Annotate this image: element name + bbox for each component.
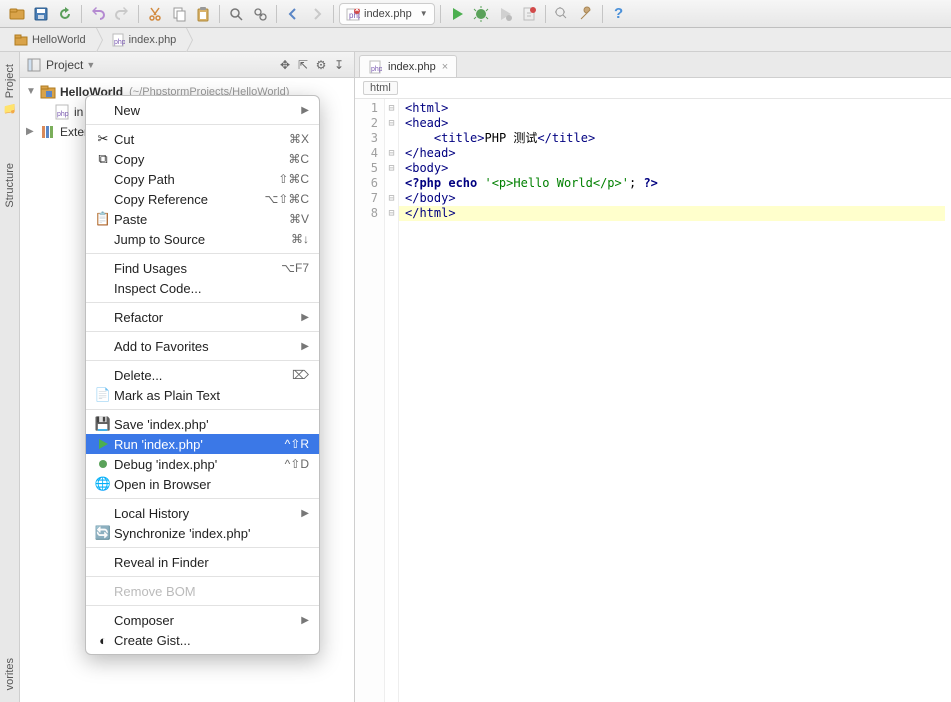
- menu-add-favorites[interactable]: Add to Favorites▶: [86, 336, 319, 356]
- menu-mark-plain-text[interactable]: 📄Mark as Plain Text: [86, 385, 319, 405]
- php-file-icon: php: [368, 60, 382, 74]
- replace-icon[interactable]: [249, 3, 271, 25]
- module-folder-icon: [40, 84, 56, 100]
- debug-icon: [94, 458, 112, 470]
- php-file-icon: php: [111, 33, 125, 47]
- php-file-icon: php: [54, 104, 70, 120]
- collapse-all-icon[interactable]: ⇱: [294, 56, 312, 74]
- library-icon: [40, 124, 56, 140]
- paste-icon: 📋: [94, 211, 112, 227]
- locate-icon[interactable]: ✥: [276, 56, 294, 74]
- copy-icon[interactable]: [168, 3, 190, 25]
- menu-inspect-code[interactable]: Inspect Code...: [86, 278, 319, 298]
- back-icon[interactable]: [282, 3, 304, 25]
- caret-icon[interactable]: ▼: [86, 60, 95, 70]
- folder-icon: [14, 33, 28, 47]
- crumb-project[interactable]: HelloWorld: [0, 28, 97, 51]
- menu-open-browser[interactable]: 🌐Open in Browser: [86, 474, 319, 494]
- structure-tool-tab[interactable]: Structure: [3, 159, 17, 212]
- fold-gutter[interactable]: ⊟⊟⊟⊟⊟⊟: [385, 99, 399, 702]
- menu-synchronize[interactable]: 🔄Synchronize 'index.php': [86, 523, 319, 543]
- project-header-label: Project: [46, 58, 83, 72]
- menu-paste[interactable]: 📋Paste⌘V: [86, 209, 319, 229]
- save-icon: 💾: [94, 416, 112, 432]
- github-icon: ◐: [94, 633, 112, 648]
- run-config-label: index.php: [364, 8, 412, 20]
- close-tab-icon[interactable]: ×: [442, 61, 448, 73]
- save-icon[interactable]: [30, 3, 52, 25]
- text-icon: 📄: [94, 387, 112, 403]
- project-tool-tab[interactable]: 📁 Project: [2, 60, 18, 119]
- code-editor[interactable]: 12345678 ⊟⊟⊟⊟⊟⊟ <html> <head> <title>PHP…: [355, 99, 951, 702]
- menu-refactor[interactable]: Refactor▶: [86, 307, 319, 327]
- run-config-dropdown[interactable]: php index.php ▼: [339, 3, 435, 25]
- help-icon[interactable]: ?: [608, 3, 630, 25]
- copy-icon: ⧉: [94, 151, 112, 167]
- run-icon: [94, 438, 112, 450]
- left-tool-tabs: 📁 Project Structure vorites: [0, 52, 20, 702]
- run-icon[interactable]: [446, 3, 468, 25]
- menu-debug-file[interactable]: Debug 'index.php'^⇧D: [86, 454, 319, 474]
- refresh-icon[interactable]: [54, 3, 76, 25]
- menu-cut[interactable]: ✂Cut⌘X: [86, 129, 319, 149]
- menu-run-file[interactable]: Run 'index.php'^⇧R: [86, 434, 319, 454]
- undo-icon[interactable]: [87, 3, 109, 25]
- svg-text:php: php: [57, 111, 69, 118]
- caret-icon: ▼: [420, 9, 428, 18]
- menu-composer[interactable]: Composer▶: [86, 610, 319, 630]
- forward-icon[interactable]: [306, 3, 328, 25]
- browser-icon: 🌐: [94, 476, 112, 492]
- stop-disabled-icon[interactable]: [494, 3, 516, 25]
- svg-text:php: php: [114, 39, 125, 46]
- menu-local-history[interactable]: Local History▶: [86, 503, 319, 523]
- gear-icon[interactable]: ⚙: [312, 56, 330, 74]
- code-content[interactable]: <html> <head> <title>PHP 测试</title> </he…: [399, 99, 951, 702]
- cut-icon[interactable]: [144, 3, 166, 25]
- editor-breadcrumb: html: [355, 78, 951, 99]
- main-toolbar: php index.php ▼ ?: [0, 0, 951, 28]
- settings-icon[interactable]: [551, 3, 573, 25]
- crumb-file-label: index.php: [129, 34, 177, 46]
- menu-create-gist[interactable]: ◐Create Gist...: [86, 630, 319, 650]
- svg-text:php: php: [371, 66, 382, 73]
- cut-icon: ✂: [94, 131, 112, 147]
- menu-remove-bom: Remove BOM: [86, 581, 319, 601]
- favorites-tool-tab[interactable]: vorites: [3, 654, 17, 694]
- crumb-html[interactable]: html: [363, 81, 398, 95]
- rerun-icon[interactable]: [518, 3, 540, 25]
- paste-icon[interactable]: [192, 3, 214, 25]
- project-header: Project ▼ ✥ ⇱ ⚙ ↧: [20, 52, 354, 78]
- crumb-file[interactable]: php index.php: [97, 28, 188, 51]
- crumb-project-label: HelloWorld: [32, 34, 86, 46]
- redo-icon[interactable]: [111, 3, 133, 25]
- editor-area: php index.php × html 12345678 ⊟⊟⊟⊟⊟⊟ <ht…: [355, 52, 951, 702]
- open-icon[interactable]: [6, 3, 28, 25]
- menu-jump-to-source[interactable]: Jump to Source⌘↓: [86, 229, 319, 249]
- project-view-icon: [26, 57, 42, 73]
- menu-find-usages[interactable]: Find Usages⌥F7: [86, 258, 319, 278]
- breadcrumb: HelloWorld php index.php: [0, 28, 951, 52]
- menu-save-file[interactable]: 💾Save 'index.php': [86, 414, 319, 434]
- menu-delete[interactable]: Delete...⌦: [86, 365, 319, 385]
- tools-icon[interactable]: [575, 3, 597, 25]
- menu-copy-path[interactable]: Copy Path⇧⌘C: [86, 169, 319, 189]
- menu-copy-reference[interactable]: Copy Reference⌥⇧⌘C: [86, 189, 319, 209]
- editor-tabbar: php index.php ×: [355, 52, 951, 78]
- find-icon[interactable]: [225, 3, 247, 25]
- menu-new[interactable]: New▶: [86, 100, 319, 120]
- menu-copy[interactable]: ⧉Copy⌘C: [86, 149, 319, 169]
- line-numbers: 12345678: [355, 99, 385, 702]
- hide-icon[interactable]: ↧: [330, 56, 348, 74]
- editor-tab[interactable]: php index.php ×: [359, 55, 457, 77]
- menu-reveal-finder[interactable]: Reveal in Finder: [86, 552, 319, 572]
- sync-icon: 🔄: [94, 525, 112, 541]
- context-menu: New▶ ✂Cut⌘X ⧉Copy⌘C Copy Path⇧⌘C Copy Re…: [85, 95, 320, 655]
- debug-icon[interactable]: [470, 3, 492, 25]
